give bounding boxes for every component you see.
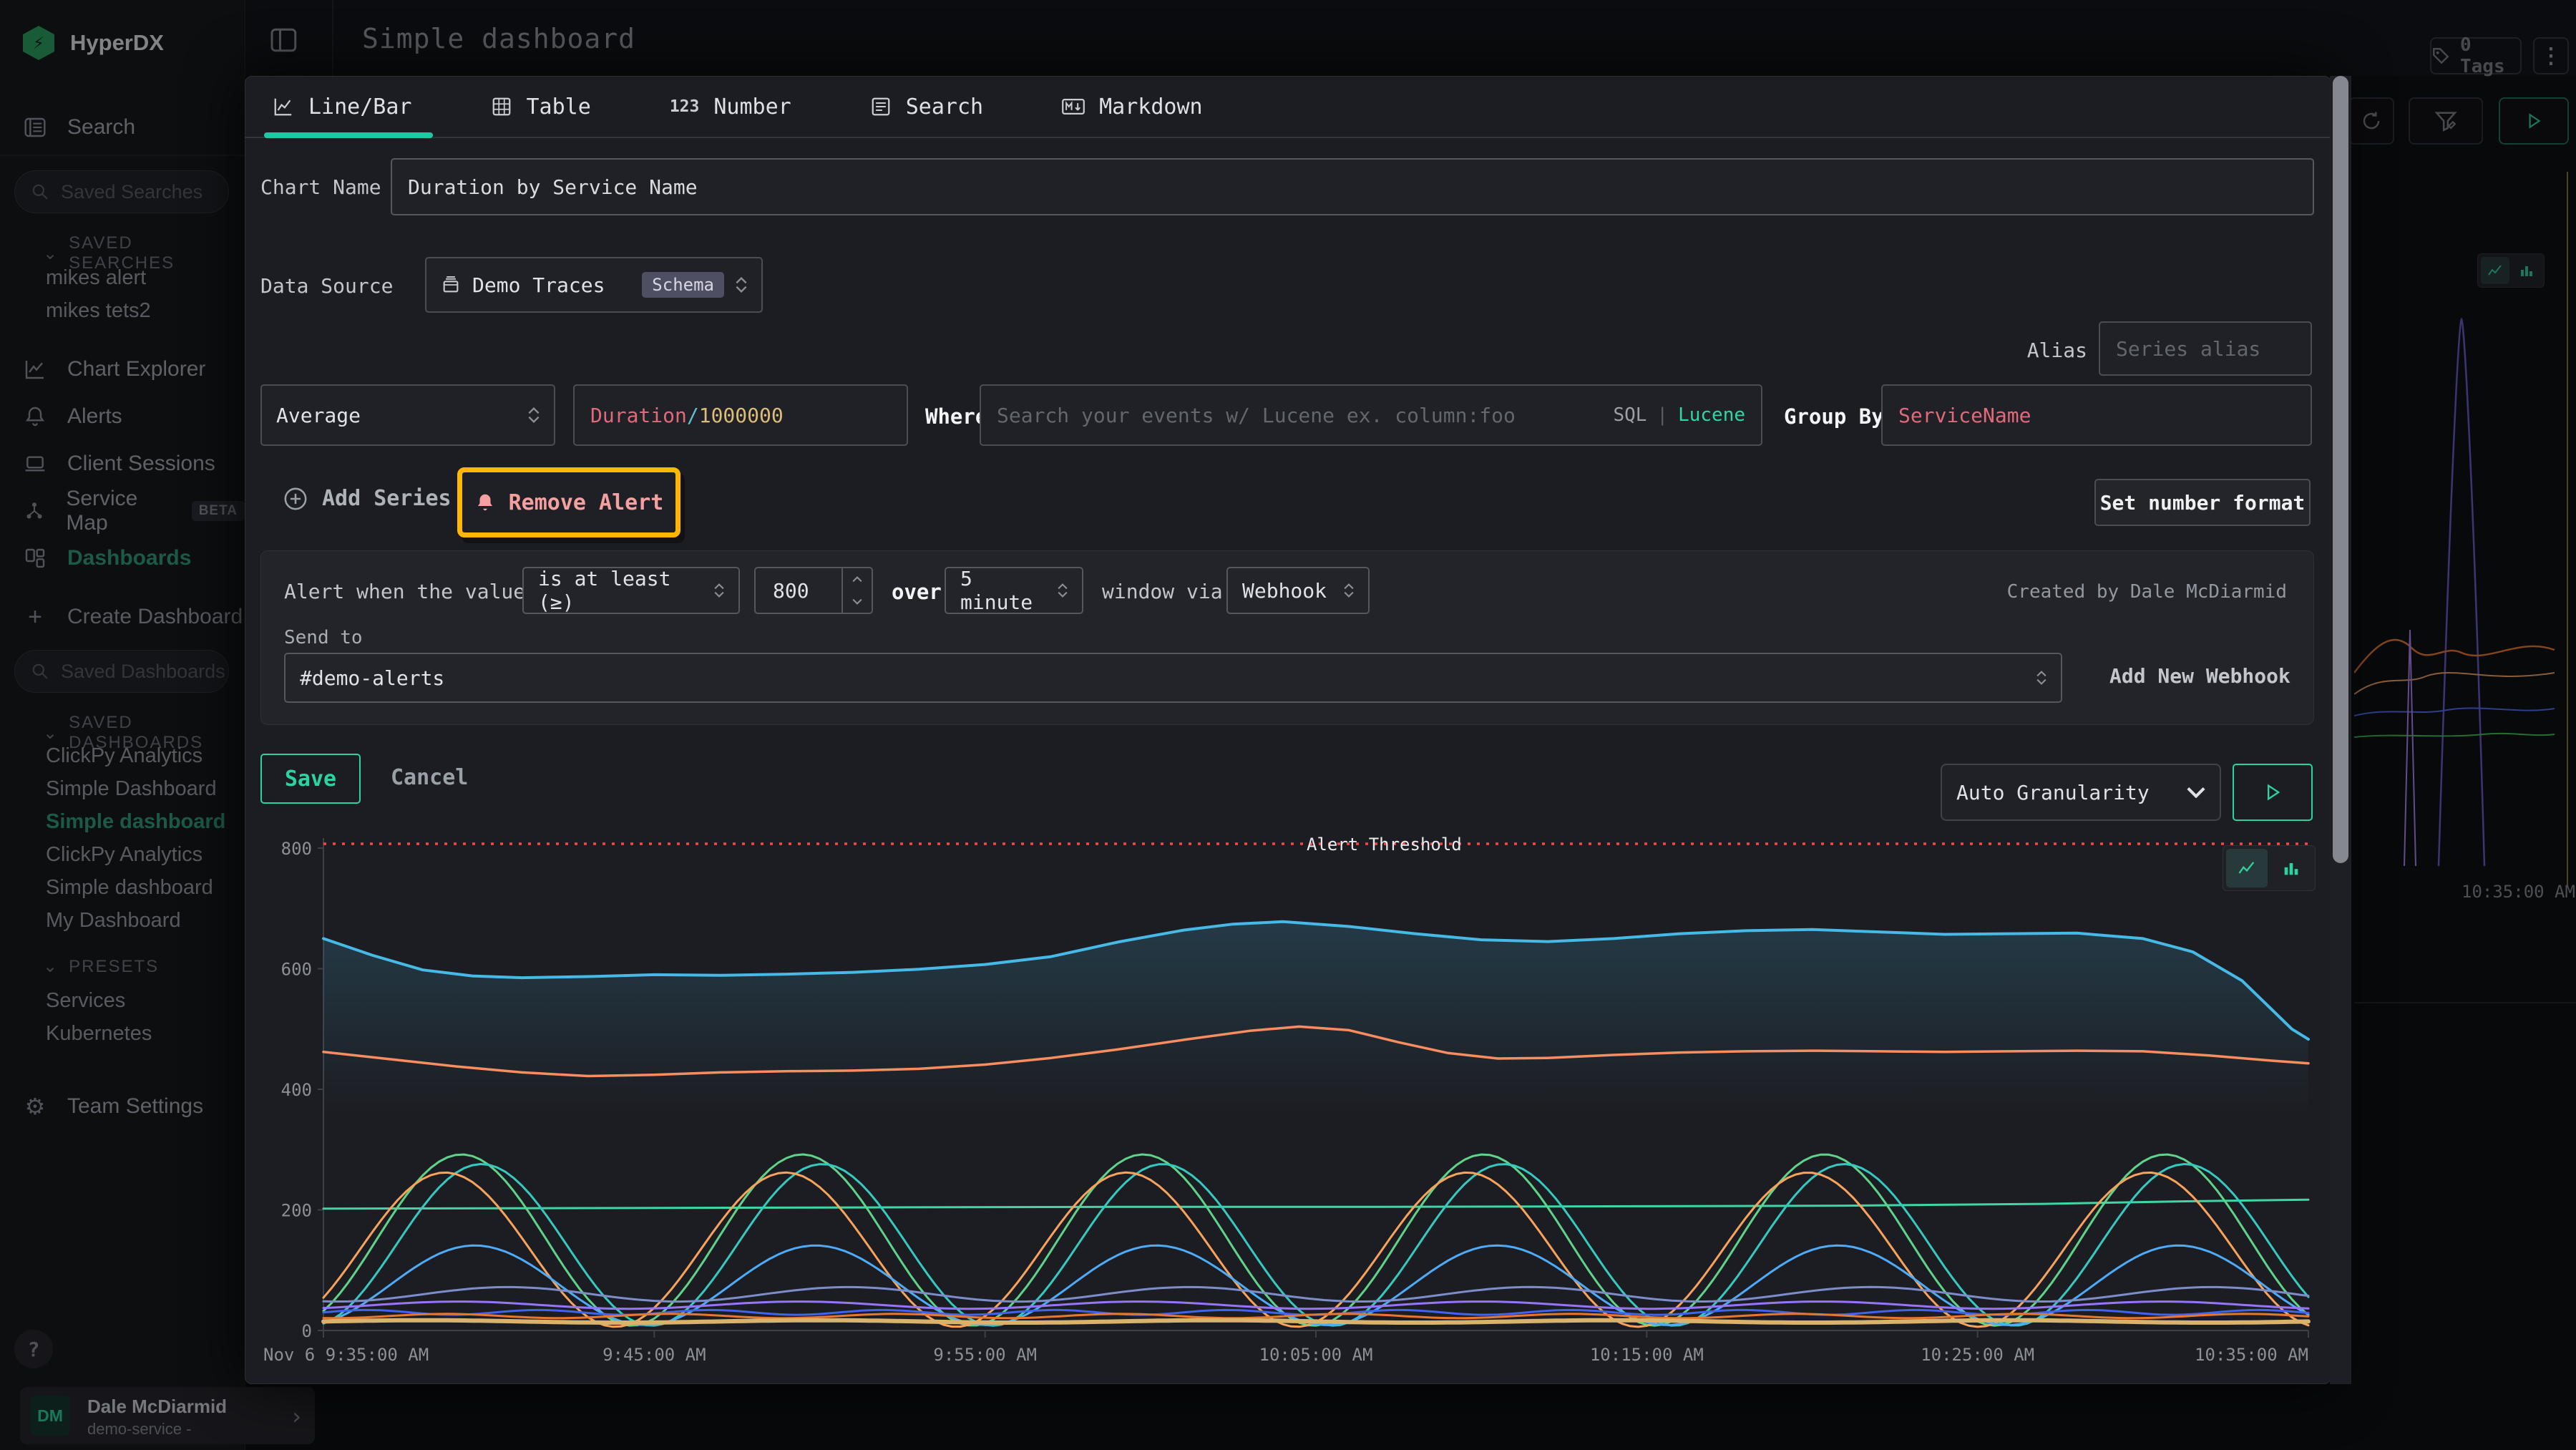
tab-number[interactable]: 123 Number xyxy=(670,77,791,137)
tab-table[interactable]: Table xyxy=(491,77,591,137)
group-by-input[interactable]: ServiceName xyxy=(1881,384,2312,446)
number-tab-icon: 123 xyxy=(670,97,700,116)
edit-chart-modal: Line/Bar Table 123 Number Search Markdow… xyxy=(245,76,2331,1384)
chart-name-label: Chart Name xyxy=(260,175,381,199)
run-chart-button[interactable] xyxy=(2233,764,2313,821)
svg-text:9:55:00 AM: 9:55:00 AM xyxy=(933,1345,1037,1365)
where-search-input[interactable]: Search your events w/ Lucene ex. column:… xyxy=(980,384,1762,446)
alias-input[interactable] xyxy=(2099,321,2312,376)
group-by-label: Group By xyxy=(1784,404,1884,429)
svg-text:10:25:00 AM: 10:25:00 AM xyxy=(1921,1345,2034,1365)
alert-prefix: Alert when the value xyxy=(284,580,525,603)
alert-condition-select[interactable]: is at least (≥) xyxy=(522,567,740,614)
select-updown-icon xyxy=(528,407,540,423)
svg-text:10:35:00 AM: 10:35:00 AM xyxy=(2195,1345,2308,1365)
lucene-mode-button[interactable]: Lucene xyxy=(1678,404,1745,426)
remove-alert-highlight: Remove Alert xyxy=(457,467,680,537)
line-chart: 0 200 400 600 800 Nov 6 9:35:00 AM 9:45:00 AM 9… xyxy=(260,825,2314,1376)
cancel-button[interactable]: Cancel xyxy=(391,765,468,790)
table-tab-icon xyxy=(491,96,512,117)
scrollbar-thumb[interactable] xyxy=(2333,76,2348,863)
svg-text:Nov 6 9:35:00 AM: Nov 6 9:35:00 AM xyxy=(263,1345,429,1365)
chart-type-toggle xyxy=(2223,845,2316,891)
bar-chart-icon[interactable] xyxy=(2270,849,2312,887)
created-by-label: Created by Dale McDiarmid xyxy=(2007,581,2287,603)
send-to-label: Send to xyxy=(284,627,363,648)
where-label: Where xyxy=(925,404,987,429)
screen: Simple dashboard 0 Tags ⋮ ⚡ HyperDX Sear… xyxy=(0,0,2576,1450)
where-placeholder: Search your events w/ Lucene ex. column:… xyxy=(997,404,1613,427)
alert-window-select[interactable]: 5 minute xyxy=(945,567,1083,614)
tab-search[interactable]: Search xyxy=(870,77,983,137)
chart-area: 0 200 400 600 800 Nov 6 9:35:00 AM 9:45:00 AM 9… xyxy=(260,825,2314,1376)
svg-text:9:45:00 AM: 9:45:00 AM xyxy=(602,1345,706,1365)
number-spinner[interactable] xyxy=(841,568,872,613)
save-button[interactable]: Save xyxy=(260,754,361,804)
alert-threshold-input[interactable]: 800 xyxy=(754,567,873,614)
data-source-select[interactable]: Demo Traces Schema xyxy=(425,257,763,313)
select-updown-icon xyxy=(1344,583,1354,598)
tabs-divider xyxy=(245,137,2332,138)
search-tab-icon xyxy=(870,96,892,117)
remove-alert-button[interactable]: Remove Alert xyxy=(474,490,664,515)
tab-markdown[interactable]: Markdown xyxy=(1062,77,1203,137)
data-source-label: Data Source xyxy=(260,274,393,298)
set-number-format-button[interactable]: Set number format xyxy=(2094,479,2311,526)
sql-mode-button[interactable]: SQL xyxy=(1613,404,1646,426)
line-bar-tab-icon xyxy=(273,96,294,117)
active-tab-underline xyxy=(264,132,433,138)
schema-badge: Schema xyxy=(642,272,724,298)
send-to-select[interactable]: #demo-alerts xyxy=(284,653,2062,703)
aggregation-select[interactable]: Average xyxy=(260,384,555,446)
svg-text:200: 200 xyxy=(281,1201,312,1221)
granularity-select[interactable]: Auto Granularity xyxy=(1941,764,2221,821)
markdown-tab-icon xyxy=(1062,96,1085,117)
select-updown-icon xyxy=(736,277,747,293)
svg-text:10:05:00 AM: 10:05:00 AM xyxy=(1259,1345,1373,1365)
svg-text:800: 800 xyxy=(281,839,312,859)
select-updown-icon xyxy=(2036,671,2046,685)
alias-label: Alias xyxy=(2019,339,2087,362)
svg-text:10:15:00 AM: 10:15:00 AM xyxy=(1590,1345,1704,1365)
svg-text:0: 0 xyxy=(302,1321,312,1341)
svg-text:600: 600 xyxy=(281,960,312,980)
field-expression-input[interactable]: Duration/1000000 xyxy=(573,384,908,446)
database-icon xyxy=(441,275,461,295)
alert-channel-select[interactable]: Webhook xyxy=(1226,567,1370,614)
add-new-webhook-button[interactable]: Add New Webhook xyxy=(2109,664,2290,688)
over-label: over xyxy=(892,580,942,604)
tab-line-bar[interactable]: Line/Bar xyxy=(273,77,412,137)
window-via-label: window via xyxy=(1102,580,1223,603)
svg-text:400: 400 xyxy=(281,1080,312,1100)
select-updown-icon xyxy=(1058,583,1068,598)
alert-config-panel: Alert when the value is at least (≥) 800… xyxy=(260,550,2314,725)
chart-name-input[interactable] xyxy=(391,158,2314,215)
denominator: 1000000 xyxy=(699,404,784,427)
data-source-value: Demo Traces xyxy=(472,273,630,297)
svg-text:Alert Threshold: Alert Threshold xyxy=(1307,835,1462,855)
slash: / xyxy=(687,404,699,427)
mode-pipe: | xyxy=(1646,404,1678,426)
modal-scrollbar xyxy=(2330,76,2351,1384)
alert-bell-icon xyxy=(474,492,496,513)
chart-type-tabs: Line/Bar Table 123 Number Search Markdow… xyxy=(273,77,1203,137)
chevron-down-icon xyxy=(2187,787,2205,798)
plus-circle-icon xyxy=(283,487,308,511)
select-updown-icon xyxy=(714,583,724,598)
field-name: Duration xyxy=(590,404,687,427)
add-series-button[interactable]: Add Series xyxy=(283,486,452,511)
aggregation-value: Average xyxy=(276,404,517,427)
line-chart-icon[interactable] xyxy=(2226,849,2268,887)
